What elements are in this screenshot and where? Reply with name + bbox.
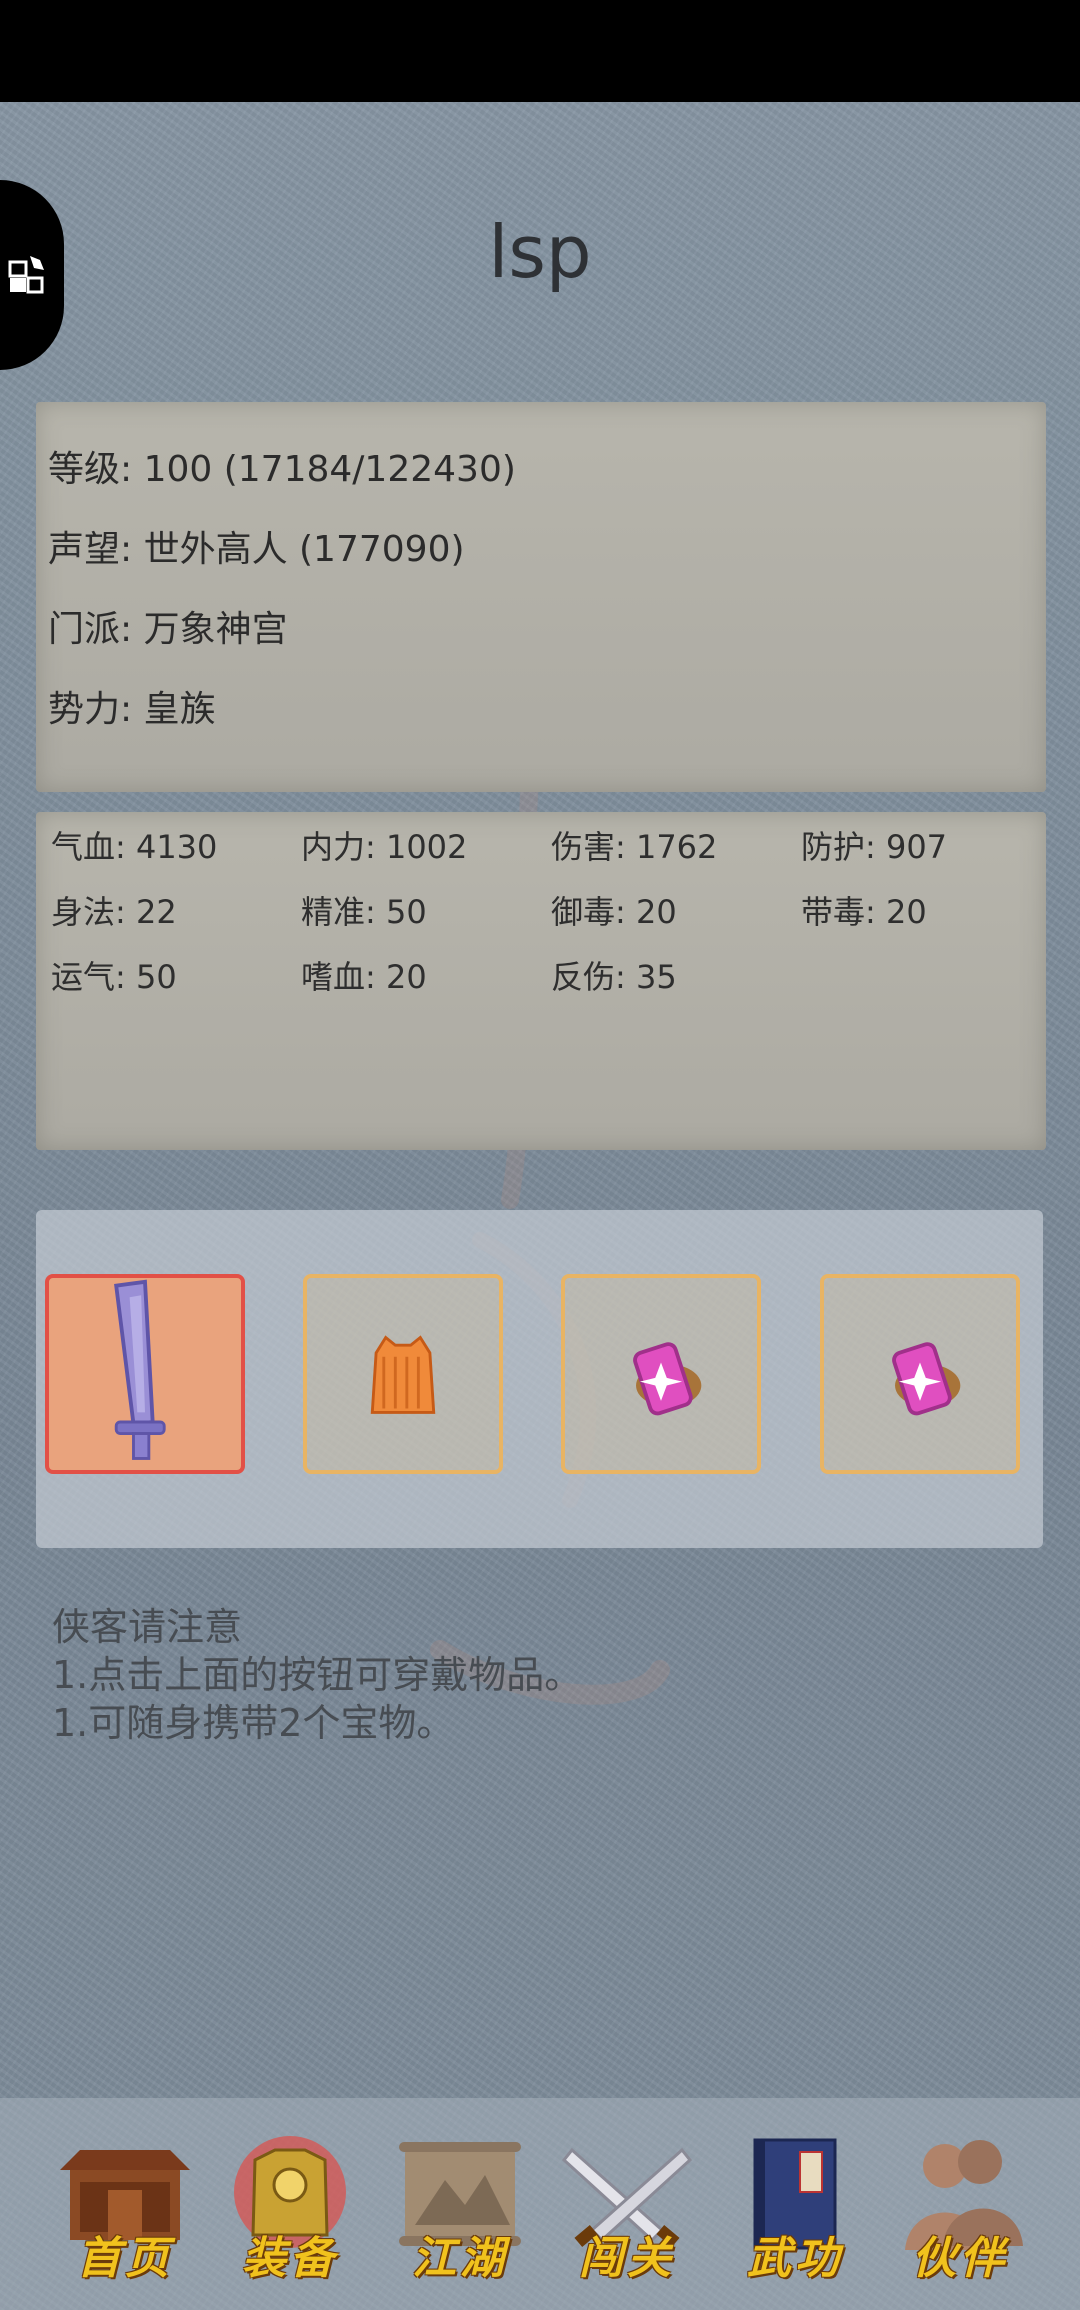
- nav-jianghu[interactable]: 江湖: [385, 2130, 535, 2284]
- stat-lifesteal: 嗜血: 20: [301, 958, 427, 996]
- nav-companions[interactable]: 伙伴: [885, 2130, 1035, 2284]
- equip-slot-treasure-1[interactable]: [561, 1274, 761, 1474]
- nav-equipment-label: 装备: [242, 2233, 338, 2284]
- profile-panel: 等级: 100 (17184/122430) 声望: 世外高人 (177090)…: [36, 402, 1046, 792]
- equip-slot-treasure-2[interactable]: [820, 1274, 1020, 1474]
- nav-martial-arts[interactable]: 武功: [720, 2130, 870, 2284]
- treasure-icon: [892, 1342, 961, 1416]
- treasure-icon: [633, 1342, 702, 1416]
- stat-reflect: 反伤: 35: [551, 958, 677, 996]
- sword-icon: [114, 1279, 166, 1460]
- stat-luck: 运气: 50: [51, 958, 177, 996]
- sect-text: 门派: 万象神宫: [48, 609, 288, 650]
- nav-challenge-label: 闯关: [579, 2233, 675, 2284]
- equip-slot-armor[interactable]: [303, 1274, 503, 1474]
- equip-slot-weapon[interactable]: [45, 1274, 245, 1474]
- stat-defense: 防护: 907: [801, 828, 948, 866]
- nav-home[interactable]: 首页: [50, 2130, 200, 2284]
- stats-panel: 气血: 4130 内力: 1002 伤害: 1762 防护: 907 身法: 2…: [36, 812, 1046, 1150]
- nav-martial-arts-label: 武功: [747, 2233, 843, 2284]
- notice-line-1: 1.点击上面的按钮可穿戴物品。: [52, 1653, 583, 1697]
- notice-title: 侠客请注意: [52, 1605, 243, 1649]
- armor-icon: [370, 1335, 436, 1414]
- nav-companions-label: 伙伴: [912, 2233, 1008, 2284]
- page-title: lsp: [488, 210, 592, 294]
- stat-poison: 带毒: 20: [801, 893, 927, 931]
- stat-internal: 内力: 1002: [301, 828, 468, 866]
- nav-home-label: 首页: [77, 2233, 173, 2284]
- nav-challenge[interactable]: 闯关: [552, 2130, 702, 2284]
- status-bar: [0, 0, 1080, 102]
- nav-jianghu-label: 江湖: [412, 2233, 508, 2284]
- stat-poison-resist: 御毒: 20: [551, 893, 677, 931]
- stat-agility: 身法: 22: [51, 893, 177, 931]
- nav-equipment[interactable]: 装备: [215, 2130, 365, 2284]
- stat-hp: 气血: 4130: [51, 828, 218, 866]
- reputation-text: 声望: 世外高人 (177090): [48, 529, 465, 570]
- stat-damage: 伤害: 1762: [551, 828, 718, 866]
- notice-line-2: 1.可随身携带2个宝物。: [52, 1701, 455, 1745]
- level-text: 等级: 100 (17184/122430): [48, 449, 516, 490]
- stat-accuracy: 精准: 50: [301, 893, 427, 931]
- faction-text: 势力: 皇族: [48, 689, 216, 730]
